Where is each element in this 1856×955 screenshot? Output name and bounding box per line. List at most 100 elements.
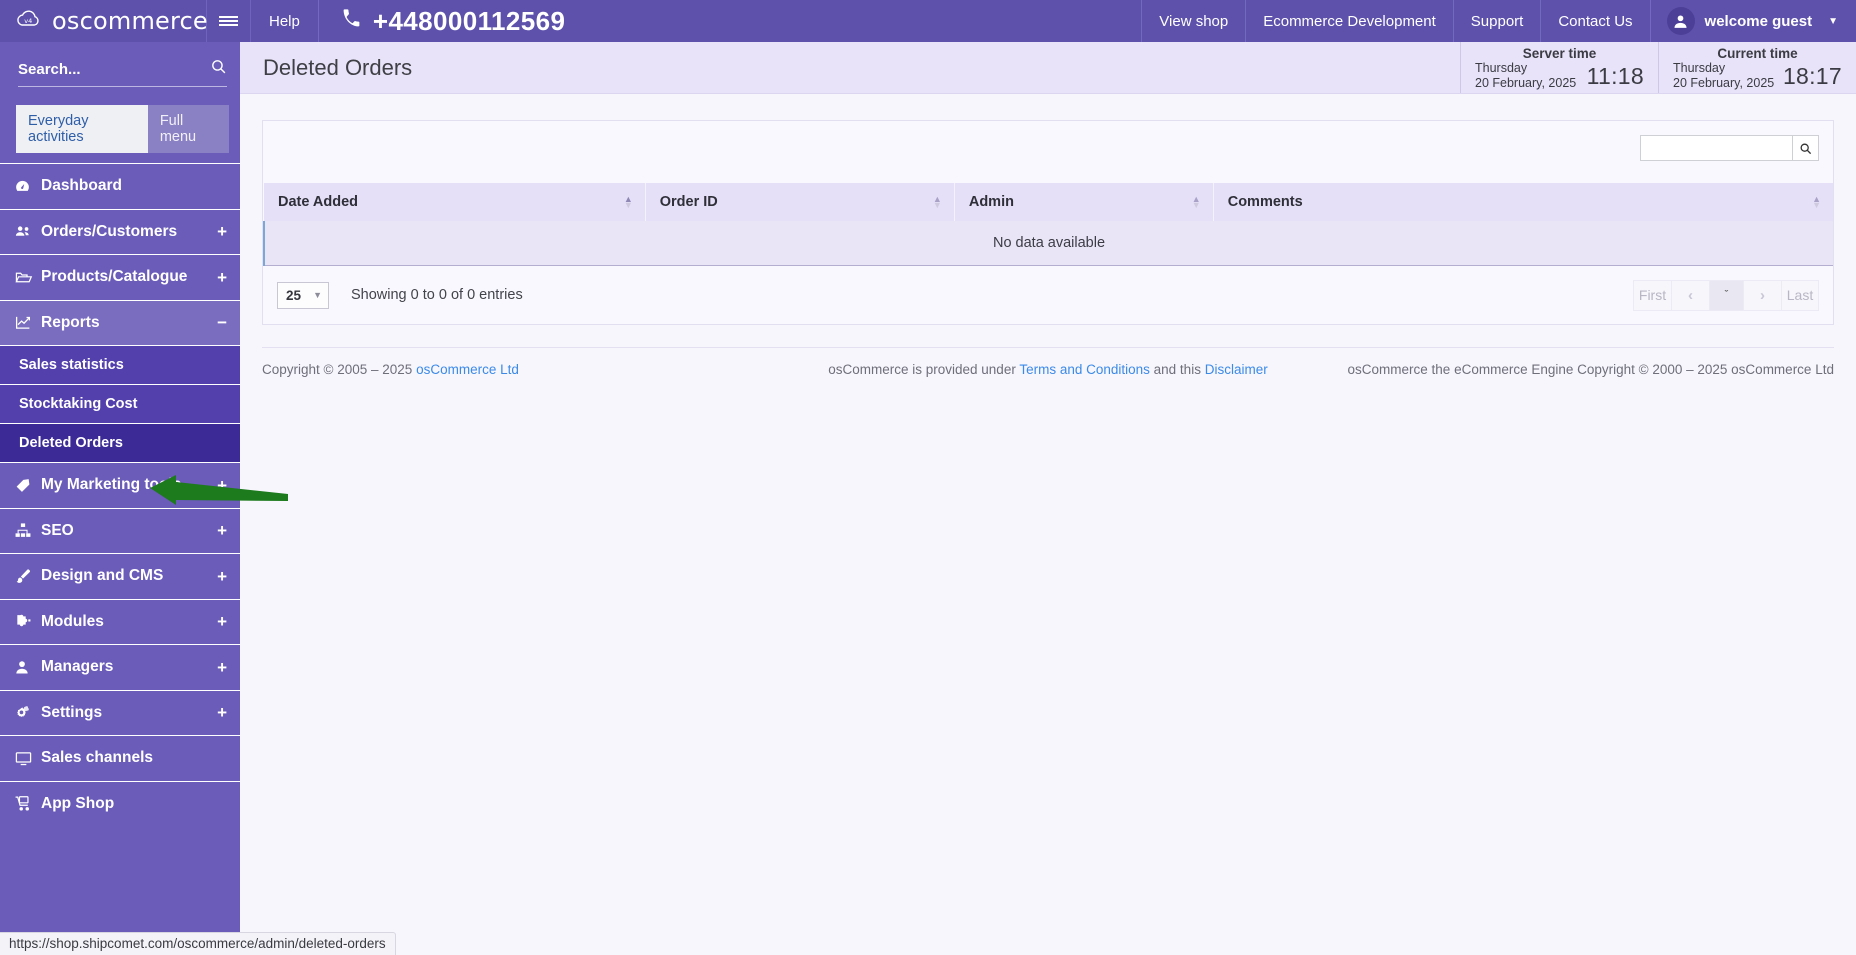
server-time-label: Server time (1522, 46, 1597, 62)
nav-support[interactable]: Support (1452, 0, 1541, 42)
sidebar-item-toggle[interactable]: + (217, 223, 227, 240)
current-time-day: Thursday (1673, 61, 1726, 76)
page-length-value: 25 (286, 287, 302, 303)
sort-icon: ▲ ▼ (932, 194, 942, 210)
footer-disclaimer-link[interactable]: Disclaimer (1205, 362, 1268, 377)
column-label: Comments (1227, 194, 1303, 210)
pagination-next-button[interactable]: › (1743, 279, 1781, 311)
footer-terms-link[interactable]: Terms and Conditions (1019, 362, 1150, 377)
sidebar-item-toggle[interactable]: + (217, 568, 227, 585)
phone-icon (341, 8, 362, 35)
sidebar-item-seo[interactable]: SEO + (0, 507, 240, 554)
sidebar-item-label: Modules (41, 612, 104, 630)
sidebar-item-toggle[interactable]: − (217, 314, 227, 331)
footer-copyright: Copyright © 2005 – 2025 osCommerce Ltd o… (262, 347, 1834, 377)
pagination-last-button[interactable]: Last (1781, 279, 1819, 311)
footer-left: Copyright © 2005 – 2025 osCommerce Ltd (262, 362, 781, 377)
footer-and-this-text: and this (1149, 362, 1205, 377)
sidebar-item-toggle[interactable]: + (217, 613, 227, 630)
folder-open-icon (14, 269, 41, 286)
server-time-clock: 11:18 (1586, 62, 1644, 89)
sidebar-item-modules[interactable]: Modules + (0, 598, 240, 645)
puzzle-piece-icon (14, 613, 41, 630)
sidebar: Everyday activities Full menu Dashboard … (0, 42, 240, 955)
column-header-date-added[interactable]: Date Added ▲ ▼ (264, 183, 646, 221)
user-name: welcome guest (1704, 12, 1813, 30)
sidebar-item-managers[interactable]: Managers + (0, 644, 240, 690)
nav-view-shop[interactable]: View shop (1141, 0, 1245, 42)
tab-everyday-activities[interactable]: Everyday activities (16, 105, 148, 153)
sidebar-item-toggle[interactable]: + (217, 659, 227, 676)
column-header-admin[interactable]: Admin ▲ ▼ (954, 183, 1214, 221)
column-header-order-id[interactable]: Order ID ▲ ▼ (645, 183, 955, 221)
sidebar-item-my-marketing-tools[interactable]: My Marketing tools + (0, 462, 240, 508)
help-button[interactable]: Help (251, 0, 319, 42)
brand-name: oscommerce (52, 7, 208, 35)
sidebar-item-app-shop[interactable]: App Shop (0, 780, 240, 827)
showing-entries-text: Showing 0 to 0 of 0 entries (351, 287, 523, 303)
sidebar-item-toggle[interactable]: + (217, 704, 227, 721)
sidebar-item-label: Settings (41, 703, 103, 721)
table-search-input[interactable] (1640, 135, 1793, 161)
column-header-comments[interactable]: Comments ▲ ▼ (1213, 183, 1833, 221)
sidebar-item-orders-customers[interactable]: Orders/Customers + (0, 208, 240, 255)
sidebar-item-label: Dashboard (41, 177, 122, 195)
brand-logo-area[interactable]: v4 oscommerce (0, 0, 208, 42)
sidebar-mode-tabs: Everyday activities Full menu (16, 105, 229, 153)
gears-icon (14, 704, 41, 721)
sidebar-item-design-and-cms[interactable]: Design and CMS + (0, 553, 240, 599)
nav-contact-us[interactable]: Contact Us (1540, 0, 1649, 42)
search-icon[interactable] (1793, 135, 1819, 161)
table-toolbar (263, 121, 1833, 183)
sidebar-subitem-deleted-orders[interactable]: Deleted Orders (0, 423, 240, 462)
table-empty-row: No data available (263, 221, 1833, 266)
page-title: Deleted Orders (263, 54, 413, 80)
sidebar-item-products-catalogue[interactable]: Products/Catalogue + (0, 254, 240, 300)
phone-number-text: +448000112569 (372, 5, 566, 36)
sort-icon: ▲ ▼ (1812, 194, 1821, 210)
shopping-cart-icon (14, 795, 41, 812)
desktop-monitor-icon (14, 750, 41, 767)
current-time-date: 20 February, 2025 (1673, 76, 1775, 90)
sidebar-item-label: Managers (41, 658, 114, 676)
phone-number[interactable]: +448000112569 (319, 0, 587, 42)
sidebar-scroll-container[interactable]: Everyday activities Full menu Dashboard … (0, 42, 240, 955)
page-length-select[interactable]: 25 ▼ (277, 281, 329, 309)
sidebar-item-label: Orders/Customers (41, 222, 178, 240)
pagination-previous-button[interactable]: ‹ (1671, 279, 1709, 311)
server-time-date: 20 February, 2025 (1475, 76, 1577, 90)
sidebar-item-reports[interactable]: Reports − (0, 299, 240, 345)
sidebar-subitem-stocktaking-cost[interactable]: Stocktaking Cost (0, 384, 240, 423)
search-icon[interactable] (210, 58, 227, 80)
pagination-controls: First ‹ ˇ › Last (1633, 279, 1819, 311)
sidebar-item-toggle[interactable]: + (217, 477, 227, 494)
deleted-orders-table: Date Added ▲ ▼ Order ID ▲ ▼ Admin ▲ ▼ Co… (263, 183, 1833, 266)
nav-ecommerce-development[interactable]: Ecommerce Development (1245, 0, 1453, 42)
sidebar-item-dashboard[interactable]: Dashboard (0, 163, 240, 209)
pagination-current-page-button[interactable]: ˇ (1709, 279, 1743, 311)
search-input[interactable] (18, 60, 188, 78)
sidebar-search-area (0, 42, 240, 91)
current-time-label: Current time (1717, 46, 1798, 62)
server-time-block: Server time Thursday 20 February, 2025 1… (1460, 42, 1658, 93)
svg-text:v4: v4 (24, 17, 32, 25)
data-table-panel: Date Added ▲ ▼ Order ID ▲ ▼ Admin ▲ ▼ Co… (262, 120, 1834, 325)
sidebar-item-sales-channels[interactable]: Sales channels (0, 735, 240, 781)
sidebar-item-toggle[interactable]: + (217, 269, 227, 286)
user-menu[interactable]: welcome guest ▼ (1649, 0, 1856, 42)
footer-oscommerce-link[interactable]: osCommerce Ltd (416, 362, 519, 377)
pagination-first-button[interactable]: First (1633, 279, 1671, 311)
current-time-block: Current time Thursday 20 February, 2025 … (1658, 42, 1856, 93)
chart-line-icon (14, 314, 41, 331)
sidebar-item-label: App Shop (41, 794, 115, 812)
sidebar-menu: Dashboard Orders/Customers + Products/Ca… (0, 163, 240, 826)
sidebar-item-toggle[interactable]: + (217, 522, 227, 539)
sidebar-item-label: Sales channels (41, 749, 154, 767)
hamburger-menu-icon[interactable] (207, 0, 251, 42)
sidebar-subitem-sales-statistics[interactable]: Sales statistics (0, 345, 240, 384)
main-content: Deleted Orders Server time Thursday 20 F… (240, 42, 1856, 955)
sidebar-item-settings[interactable]: Settings + (0, 689, 240, 736)
table-header-row: Date Added ▲ ▼ Order ID ▲ ▼ Admin ▲ ▼ Co… (264, 183, 1833, 221)
tab-full-menu[interactable]: Full menu (147, 105, 229, 153)
